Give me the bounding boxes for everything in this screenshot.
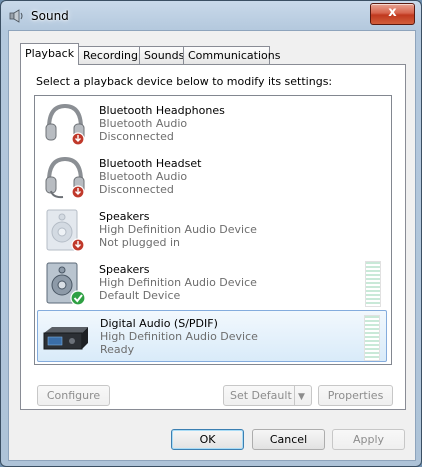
window-title: Sound: [31, 9, 69, 23]
device-item-speakers-unplugged[interactable]: Speakers High Definition Audio Device No…: [37, 204, 387, 256]
device-item-bluetooth-headphones[interactable]: Bluetooth Headphones Bluetooth Audio Dis…: [37, 98, 387, 150]
speaker-icon: [46, 209, 85, 252]
volume-level-meter: [365, 261, 381, 307]
sound-speaker-icon: [9, 9, 23, 23]
close-icon: x: [388, 5, 397, 20]
device-description: High Definition Audio Device: [100, 330, 258, 343]
device-name: Bluetooth Headphones: [99, 104, 225, 117]
default-check-badge: [70, 290, 86, 306]
device-name: Bluetooth Headset: [99, 157, 202, 170]
sound-dialog-window: Sound x Playback Recording Sounds Commun…: [0, 0, 422, 467]
device-description: High Definition Audio Device: [99, 276, 257, 289]
tab-recording-label: Recording: [83, 49, 139, 62]
playback-tab-panel: Select a playback device below to modify…: [20, 64, 406, 410]
tab-communications-label: Communications: [188, 49, 281, 62]
cancel-button[interactable]: Cancel: [252, 429, 325, 450]
ok-button[interactable]: OK: [171, 429, 244, 450]
digital-receiver-icon: [43, 327, 88, 350]
chevron-down-icon: ▼: [298, 392, 305, 402]
speaker-icon: [46, 262, 86, 306]
configure-button-label: Configure: [46, 389, 101, 402]
headset-icon: [45, 156, 85, 199]
apply-button[interactable]: Apply: [332, 429, 405, 450]
device-item-speakers-default[interactable]: Speakers High Definition Audio Device De…: [37, 257, 387, 309]
set-default-button[interactable]: Set Default ▼: [223, 385, 312, 406]
instruction-text: Select a playback device below to modify…: [36, 75, 333, 88]
device-name: Speakers: [99, 210, 150, 223]
device-status: Disconnected: [99, 183, 174, 196]
device-status: Ready: [100, 343, 135, 356]
device-status: Not plugged in: [99, 236, 181, 249]
tab-communications[interactable]: Communications: [183, 46, 280, 64]
tab-sounds-label: Sounds: [144, 49, 185, 62]
dialog-client-area: Playback Recording Sounds Communications…: [8, 30, 416, 461]
cancel-button-label: Cancel: [269, 433, 308, 446]
configure-button[interactable]: Configure: [37, 385, 110, 406]
properties-button-label: Properties: [327, 389, 384, 402]
tab-playback-label: Playback: [25, 47, 75, 60]
headphones-icon: [45, 103, 85, 146]
set-default-button-label: Set Default: [230, 389, 292, 402]
device-description: Bluetooth Audio: [99, 117, 188, 130]
tab-playback[interactable]: Playback: [20, 43, 79, 65]
properties-button[interactable]: Properties: [318, 385, 393, 406]
device-item-digital-audio[interactable]: Digital Audio (S/PDIF) High Definition A…: [37, 310, 387, 362]
tab-sounds[interactable]: Sounds: [139, 46, 184, 64]
device-description: Bluetooth Audio: [99, 170, 188, 183]
apply-button-label: Apply: [352, 433, 385, 446]
device-item-bluetooth-headset[interactable]: Bluetooth Headset Bluetooth Audio Discon…: [37, 151, 387, 203]
device-description: High Definition Audio Device: [99, 223, 257, 236]
title-bar[interactable]: Sound x: [1, 1, 422, 31]
ok-button-label: OK: [199, 433, 216, 446]
tab-recording[interactable]: Recording: [78, 46, 140, 64]
close-button[interactable]: x: [370, 3, 415, 25]
device-name: Speakers: [99, 263, 150, 276]
device-status: Disconnected: [99, 130, 174, 143]
device-name: Digital Audio (S/PDIF): [100, 317, 218, 330]
device-status: Default Device: [99, 289, 181, 302]
set-default-dropdown-arrow[interactable]: ▼: [294, 386, 311, 405]
playback-device-list[interactable]: Bluetooth Headphones Bluetooth Audio Dis…: [34, 95, 392, 365]
volume-level-meter: [364, 315, 380, 361]
